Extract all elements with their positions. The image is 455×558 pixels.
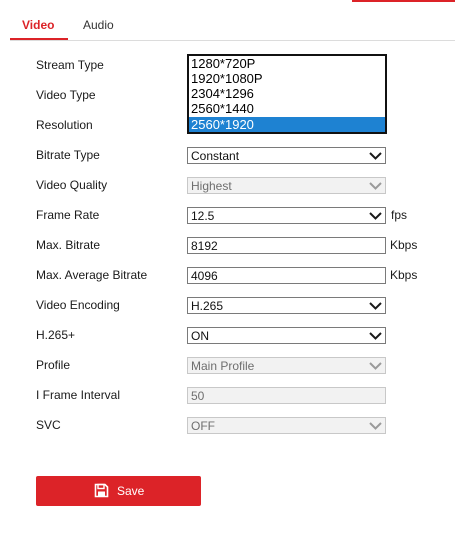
resolution-option[interactable]: 2560*1440 — [189, 101, 385, 116]
bitrate-type-label: Bitrate Type — [36, 148, 100, 162]
save-icon — [94, 483, 109, 498]
chevron-down-icon — [369, 302, 382, 310]
max-bitrate-value: 8192 — [191, 239, 218, 253]
tab-video[interactable]: Video — [22, 18, 54, 32]
max-bitrate-input[interactable]: 8192 — [187, 237, 386, 254]
max-average-bitrate-unit: Kbps — [390, 268, 418, 282]
save-label: Save — [117, 484, 145, 498]
i-frame-interval-value: 50 — [191, 389, 205, 403]
max-average-bitrate-input[interactable]: 4096 — [187, 267, 386, 284]
video-encoding-value: H.265 — [191, 299, 224, 313]
video-quality-select: Highest — [187, 177, 386, 194]
h265-plus-label: H.265+ — [36, 328, 76, 342]
frame-rate-unit: fps — [391, 208, 408, 222]
profile-select: Main Profile — [187, 357, 386, 374]
frame-rate-select[interactable]: 12.5 — [187, 207, 386, 224]
tab-bar: Video Audio — [0, 0, 455, 42]
resolution-option[interactable]: 1920*1080P — [189, 71, 385, 86]
chevron-down-icon — [369, 212, 382, 220]
i-frame-interval-label: I Frame Interval — [36, 388, 121, 402]
tab-divider — [10, 40, 455, 41]
video-encoding-select[interactable]: H.265 — [187, 297, 386, 314]
resolution-label: Resolution — [36, 118, 93, 132]
video-quality-value: Highest — [191, 179, 232, 193]
i-frame-interval-input: 50 — [187, 387, 386, 404]
profile-label: Profile — [36, 358, 71, 372]
h265-plus-value: ON — [191, 329, 209, 343]
frame-rate-value: 12.5 — [191, 209, 215, 223]
tab-audio[interactable]: Audio — [83, 18, 114, 32]
resolution-option[interactable]: 2304*1296 — [189, 86, 385, 101]
video-encoding-label: Video Encoding — [36, 298, 120, 312]
svc-select: OFF — [187, 417, 386, 434]
h265-plus-select[interactable]: ON — [187, 327, 386, 344]
resolution-option[interactable]: 1280*720P — [189, 56, 385, 71]
frame-rate-label: Frame Rate — [36, 208, 100, 222]
chevron-down-icon — [369, 422, 382, 430]
chevron-down-icon — [369, 332, 382, 340]
chevron-down-icon — [369, 152, 382, 160]
resolution-dropdown-list[interactable]: 1280*720P 1920*1080P 2304*1296 2560*1440… — [187, 54, 387, 134]
save-button[interactable]: Save — [36, 476, 201, 506]
video-type-label: Video Type — [36, 88, 96, 102]
profile-value: Main Profile — [191, 359, 255, 373]
chevron-down-icon — [369, 362, 382, 370]
bitrate-type-value: Constant — [191, 149, 240, 163]
svc-label: SVC — [36, 418, 61, 432]
max-bitrate-label: Max. Bitrate — [36, 238, 101, 252]
chevron-down-icon — [369, 182, 382, 190]
stream-type-label: Stream Type — [36, 58, 104, 72]
video-quality-label: Video Quality — [36, 178, 108, 192]
max-average-bitrate-value: 4096 — [191, 269, 218, 283]
svc-value: OFF — [191, 419, 215, 433]
max-average-bitrate-label: Max. Average Bitrate — [36, 268, 148, 282]
bitrate-type-select[interactable]: Constant — [187, 147, 386, 164]
max-bitrate-unit: Kbps — [390, 238, 418, 252]
resolution-option-selected[interactable]: 2560*1920 — [189, 117, 385, 132]
